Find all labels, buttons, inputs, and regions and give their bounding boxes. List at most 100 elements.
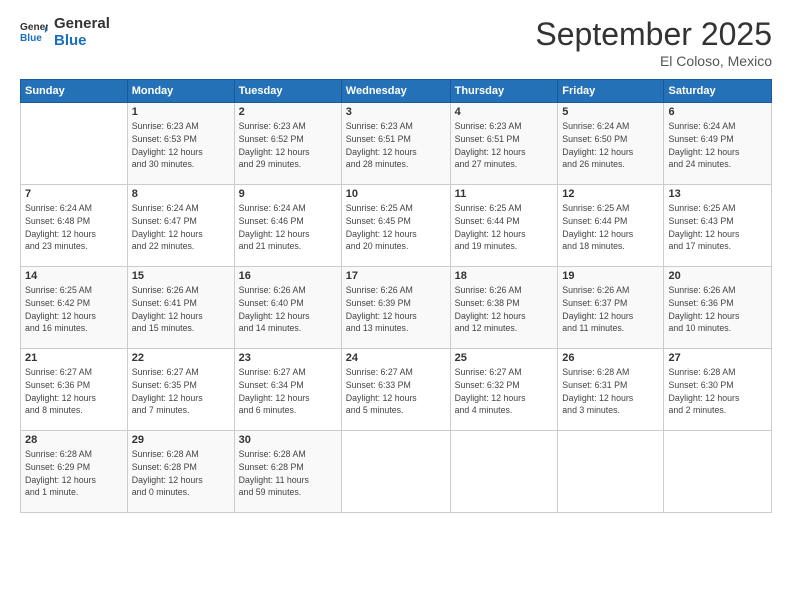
page: General Blue General Blue September 2025… [0, 0, 792, 612]
calendar-cell: 18Sunrise: 6:26 AMSunset: 6:38 PMDayligh… [450, 267, 558, 349]
day-info: Sunrise: 6:28 AMSunset: 6:29 PMDaylight:… [25, 448, 123, 499]
day-number: 13 [668, 188, 767, 200]
calendar-cell: 27 Sunrise: 6:28 AMSunset: 6:30 PMDayligh… [664, 349, 772, 431]
column-header-wednesday: Wednesday [341, 80, 450, 103]
column-header-monday: Monday [127, 80, 234, 103]
day-number: 12 [562, 188, 659, 200]
day-info: Sunrise: 6:23 AMSunset: 6:53 PMDaylight:… [132, 120, 230, 171]
calendar-cell: 26Sunrise: 6:28 AMSunset: 6:31 PMDayligh… [558, 349, 664, 431]
day-number: 11 [455, 188, 554, 200]
calendar-cell: 28 Sunrise: 6:28 AMSunset: 6:29 PMDayligh… [21, 431, 128, 513]
day-number: 1 [132, 106, 230, 118]
calendar-cell: 25Sunrise: 6:27 AMSunset: 6:32 PMDayligh… [450, 349, 558, 431]
day-info: Sunrise: 6:28 AMSunset: 6:30 PMDaylight:… [668, 366, 767, 417]
column-header-saturday: Saturday [664, 80, 772, 103]
logo-line1: General [54, 16, 110, 33]
svg-text:Blue: Blue [20, 32, 42, 43]
day-number: 15 [132, 270, 230, 282]
calendar-cell: 29Sunrise: 6:28 AMSunset: 6:28 PMDayligh… [127, 431, 234, 513]
calendar-week-5: 28 Sunrise: 6:28 AMSunset: 6:29 PMDayligh… [21, 431, 772, 513]
day-info: Sunrise: 6:26 AMSunset: 6:36 PMDaylight:… [668, 284, 767, 335]
day-info: Sunrise: 6:26 AMSunset: 6:41 PMDaylight:… [132, 284, 230, 335]
calendar-cell: 24 Sunrise: 6:27 AMSunset: 6:33 PMDayligh… [341, 349, 450, 431]
calendar-table: SundayMondayTuesdayWednesdayThursdayFrid… [20, 79, 772, 513]
column-header-thursday: Thursday [450, 80, 558, 103]
day-info: Sunrise: 6:27 AMSunset: 6:36 PMDaylight:… [25, 366, 123, 417]
calendar-cell [558, 431, 664, 513]
calendar-cell: 23 Sunrise: 6:27 AMSunset: 6:34 PMDayligh… [234, 349, 341, 431]
calendar-cell: 12 Sunrise: 6:25 AMSunset: 6:44 PMDayligh… [558, 185, 664, 267]
day-number: 7 [25, 188, 123, 200]
calendar-cell: 16 Sunrise: 6:26 AMSunset: 6:40 PMDayligh… [234, 267, 341, 349]
day-number: 5 [562, 106, 659, 118]
day-info: Sunrise: 6:24 AMSunset: 6:50 PMDaylight:… [562, 120, 659, 171]
day-number: 3 [346, 106, 446, 118]
column-header-sunday: Sunday [21, 80, 128, 103]
header: General Blue General Blue September 2025… [20, 16, 772, 69]
day-number: 29 [132, 434, 230, 446]
calendar-cell: 1 Sunrise: 6:23 AMSunset: 6:53 PMDaylight… [127, 103, 234, 185]
day-number: 27 [668, 352, 767, 364]
day-info: Sunrise: 6:23 AMSunset: 6:51 PMDaylight:… [455, 120, 554, 171]
day-number: 30 [239, 434, 337, 446]
logo-icon: General Blue [20, 19, 48, 47]
day-info: Sunrise: 6:26 AMSunset: 6:40 PMDaylight:… [239, 284, 337, 335]
day-info: Sunrise: 6:24 AMSunset: 6:47 PMDaylight:… [132, 202, 230, 253]
day-number: 6 [668, 106, 767, 118]
calendar-cell: 14Sunrise: 6:25 AMSunset: 6:42 PMDayligh… [21, 267, 128, 349]
calendar-cell: 19Sunrise: 6:26 AMSunset: 6:37 PMDayligh… [558, 267, 664, 349]
day-number: 28 [25, 434, 123, 446]
day-number: 25 [455, 352, 554, 364]
day-info: Sunrise: 6:25 AMSunset: 6:44 PMDaylight:… [455, 202, 554, 253]
day-number: 23 [239, 352, 337, 364]
day-number: 20 [668, 270, 767, 282]
day-info: Sunrise: 6:24 AMSunset: 6:49 PMDaylight:… [668, 120, 767, 171]
day-info: Sunrise: 6:28 AMSunset: 6:28 PMDaylight:… [239, 448, 337, 499]
day-info: Sunrise: 6:23 AMSunset: 6:52 PMDaylight:… [239, 120, 337, 171]
calendar-cell: 11 Sunrise: 6:25 AMSunset: 6:44 PMDayligh… [450, 185, 558, 267]
day-info: Sunrise: 6:26 AMSunset: 6:38 PMDaylight:… [455, 284, 554, 335]
calendar-cell: 17 Sunrise: 6:26 AMSunset: 6:39 PMDayligh… [341, 267, 450, 349]
day-info: Sunrise: 6:25 AMSunset: 6:45 PMDaylight:… [346, 202, 446, 253]
calendar-cell [21, 103, 128, 185]
calendar-cell: 6 Sunrise: 6:24 AMSunset: 6:49 PMDaylight… [664, 103, 772, 185]
calendar-cell: 30 Sunrise: 6:28 AMSunset: 6:28 PMDayligh… [234, 431, 341, 513]
day-number: 24 [346, 352, 446, 364]
column-header-friday: Friday [558, 80, 664, 103]
calendar-cell: 21 Sunrise: 6:27 AMSunset: 6:36 PMDayligh… [21, 349, 128, 431]
day-info: Sunrise: 6:26 AMSunset: 6:39 PMDaylight:… [346, 284, 446, 335]
calendar-cell: 10 Sunrise: 6:25 AMSunset: 6:45 PMDayligh… [341, 185, 450, 267]
calendar-cell: 13 Sunrise: 6:25 AMSunset: 6:43 PMDayligh… [664, 185, 772, 267]
day-number: 2 [239, 106, 337, 118]
calendar-cell [341, 431, 450, 513]
day-info: Sunrise: 6:28 AMSunset: 6:31 PMDaylight:… [562, 366, 659, 417]
calendar-week-2: 7 Sunrise: 6:24 AMSunset: 6:48 PMDaylight… [21, 185, 772, 267]
day-number: 4 [455, 106, 554, 118]
column-header-tuesday: Tuesday [234, 80, 341, 103]
day-number: 9 [239, 188, 337, 200]
calendar-cell [664, 431, 772, 513]
day-number: 16 [239, 270, 337, 282]
day-number: 21 [25, 352, 123, 364]
calendar-cell: 8Sunrise: 6:24 AMSunset: 6:47 PMDaylight… [127, 185, 234, 267]
calendar-cell: 22Sunrise: 6:27 AMSunset: 6:35 PMDayligh… [127, 349, 234, 431]
day-number: 17 [346, 270, 446, 282]
day-info: Sunrise: 6:25 AMSunset: 6:44 PMDaylight:… [562, 202, 659, 253]
day-info: Sunrise: 6:27 AMSunset: 6:34 PMDaylight:… [239, 366, 337, 417]
calendar-cell: 4 Sunrise: 6:23 AMSunset: 6:51 PMDaylight… [450, 103, 558, 185]
calendar-cell: 15 Sunrise: 6:26 AMSunset: 6:41 PMDayligh… [127, 267, 234, 349]
location: El Coloso, Mexico [535, 53, 772, 69]
month-title: September 2025 [535, 16, 772, 53]
calendar-week-1: 1 Sunrise: 6:23 AMSunset: 6:53 PMDaylight… [21, 103, 772, 185]
day-info: Sunrise: 6:23 AMSunset: 6:51 PMDaylight:… [346, 120, 446, 171]
day-info: Sunrise: 6:24 AMSunset: 6:48 PMDaylight:… [25, 202, 123, 253]
svg-text:General: General [20, 21, 48, 32]
day-number: 10 [346, 188, 446, 200]
calendar-cell: 9Sunrise: 6:24 AMSunset: 6:46 PMDaylight… [234, 185, 341, 267]
day-info: Sunrise: 6:26 AMSunset: 6:37 PMDaylight:… [562, 284, 659, 335]
calendar-cell [450, 431, 558, 513]
day-info: Sunrise: 6:27 AMSunset: 6:33 PMDaylight:… [346, 366, 446, 417]
logo-line2: Blue [54, 33, 110, 50]
day-info: Sunrise: 6:25 AMSunset: 6:43 PMDaylight:… [668, 202, 767, 253]
calendar-header-row: SundayMondayTuesdayWednesdayThursdayFrid… [21, 80, 772, 103]
